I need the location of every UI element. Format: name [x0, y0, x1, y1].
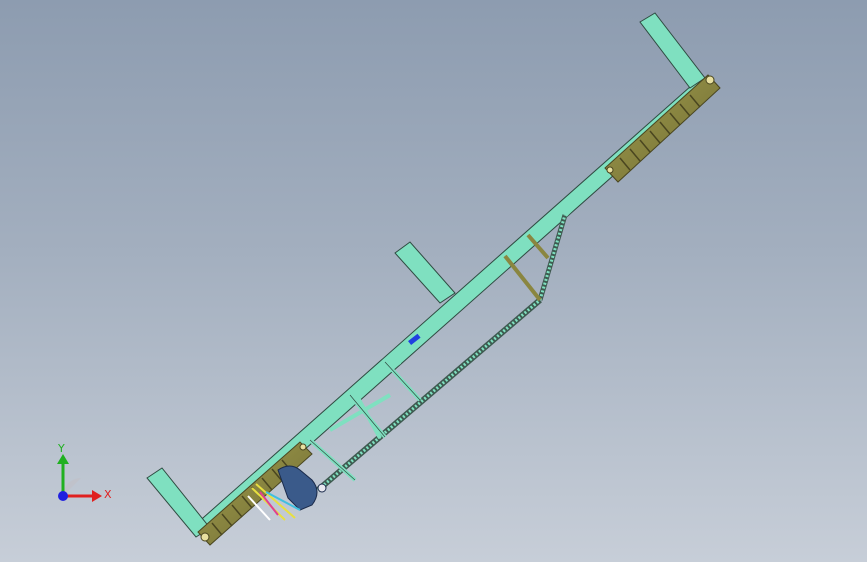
- truck-frame-model[interactable]: [0, 0, 867, 562]
- x-axis-label: X: [104, 488, 112, 501]
- middle-upright: [394, 241, 456, 304]
- cad-3d-viewport[interactable]: Y X: [0, 0, 867, 562]
- top-right-tread: [604, 74, 721, 183]
- top-right-post: [639, 12, 706, 89]
- hydraulic-bracket: [277, 465, 327, 511]
- y-axis-label: Y: [57, 442, 65, 455]
- bottom-left-post: [146, 467, 211, 538]
- coordinate-triad-icon: Y X: [57, 442, 112, 502]
